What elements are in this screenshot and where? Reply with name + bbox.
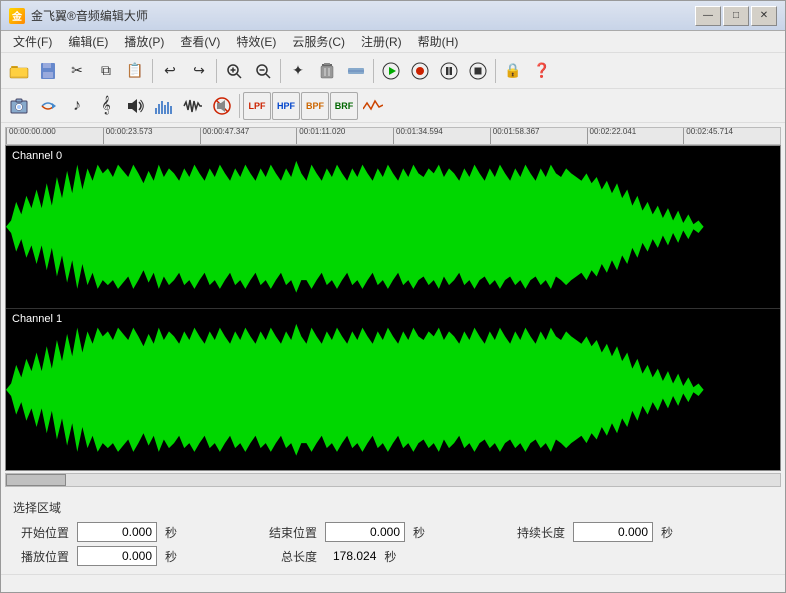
channel-1-label: Channel 1 [12, 313, 62, 325]
ruler-mark-0: 00:00:00.000 [6, 127, 103, 144]
hpf-button[interactable]: HPF [272, 92, 300, 120]
pause-button[interactable] [435, 57, 463, 85]
total-value: 178.024 [333, 549, 376, 563]
sep4 [373, 59, 374, 83]
end-label: 结束位置 [261, 524, 317, 541]
snapshot-button[interactable] [5, 92, 33, 120]
ruler-mark-6: 00:02:22.041 [587, 127, 684, 144]
ruler-mark-3: 00:01:11.020 [296, 127, 393, 144]
ruler-mark-4: 00:01:34.594 [393, 127, 490, 144]
menu-cloud[interactable]: 云服务(C) [284, 31, 353, 52]
select-button[interactable]: ✦ [284, 57, 312, 85]
duration-label: 持续长度 [509, 524, 565, 541]
toolbar-effects: ♪ 𝄞 LPF HPF BPF BRF [1, 89, 785, 123]
total-unit: 秒 [384, 548, 404, 565]
lock-button[interactable]: 🔒 [499, 57, 527, 85]
menu-file[interactable]: 文件(F) [5, 31, 60, 52]
horizontal-scrollbar[interactable] [5, 473, 781, 487]
redo-button[interactable]: ↪ [185, 57, 213, 85]
open-button[interactable] [5, 57, 33, 85]
channel-1[interactable]: Channel 1 [6, 309, 780, 471]
start-label: 开始位置 [13, 524, 69, 541]
menu-bar: 文件(F) 编辑(E) 播放(P) 查看(V) 特效(E) 云服务(C) 注册(… [1, 31, 785, 53]
maximize-button[interactable]: □ [723, 6, 749, 26]
copy-button[interactable]: ⧉ [92, 57, 120, 85]
info-grid: 开始位置 秒 结束位置 秒 持续长度 秒 播放位置 秒 总长度 178.024 … [13, 522, 773, 566]
zoom-in-button[interactable] [220, 57, 248, 85]
waveform-container[interactable]: Channel 0 // Waveform drawn inline via p… [5, 145, 781, 471]
record-button[interactable] [406, 57, 434, 85]
close-button[interactable]: ✕ [751, 6, 777, 26]
sep1 [152, 59, 153, 83]
title-controls: — □ ✕ [695, 6, 777, 26]
end-value-input[interactable] [325, 522, 405, 542]
paste-button[interactable]: 📋 [121, 57, 149, 85]
end-unit: 秒 [413, 524, 433, 541]
ruler-mark-5: 00:01:58.367 [490, 127, 587, 144]
start-unit: 秒 [165, 524, 185, 541]
bpf-button[interactable]: BPF [301, 92, 329, 120]
stop-button[interactable] [464, 57, 492, 85]
title-bar: 金 金飞翼®音频编辑大师 — □ ✕ [1, 1, 785, 31]
spectrum-button[interactable] [150, 92, 178, 120]
sep2 [216, 59, 217, 83]
main-window: 金 金飞翼®音频编辑大师 — □ ✕ 文件(F) 编辑(E) 播放(P) 查看(… [0, 0, 786, 593]
playpos-unit: 秒 [165, 548, 185, 565]
sep5 [495, 59, 496, 83]
mute-symbol-button[interactable] [208, 92, 236, 120]
playpos-label: 播放位置 [13, 548, 69, 565]
eq-button[interactable] [359, 92, 387, 120]
ruler-mark-7: 00:02:45.714 [683, 127, 780, 144]
play-button[interactable] [377, 57, 405, 85]
info-section-title: 选择区域 [13, 499, 773, 516]
volume-button[interactable] [121, 92, 149, 120]
ruler-mark-2: 00:00:47.347 [200, 127, 297, 144]
zoom-out-button[interactable] [249, 57, 277, 85]
title-bar-left: 金 金飞翼®音频编辑大师 [9, 7, 148, 24]
waveform-area: 00:00:00.000 00:00:23.573 00:00:47.347 0… [1, 123, 785, 491]
toolbar-main: ✂ ⧉ 📋 ↩ ↪ ✦ 🔒 [1, 53, 785, 89]
info-panel: 选择区域 开始位置 秒 结束位置 秒 持续长度 秒 播放位置 秒 总长度 [1, 491, 785, 574]
duration-value-input[interactable] [573, 522, 653, 542]
music-note-button[interactable]: ♪ [63, 92, 91, 120]
save-button[interactable] [34, 57, 62, 85]
app-icon: 金 [9, 8, 25, 24]
minimize-button[interactable]: — [695, 6, 721, 26]
channel-1-waveform [6, 309, 780, 471]
menu-edit[interactable]: 编辑(E) [60, 31, 116, 52]
window-title: 金飞翼®音频编辑大师 [31, 7, 148, 24]
brf-button[interactable]: BRF [330, 92, 358, 120]
channel-0[interactable]: Channel 0 // Waveform drawn inline via p… [6, 146, 780, 309]
help-button[interactable]: ❓ [528, 57, 556, 85]
cut-button[interactable]: ✂ [63, 57, 91, 85]
menu-play[interactable]: 播放(P) [116, 31, 172, 52]
delete-button[interactable] [313, 57, 341, 85]
channel-0-label: Channel 0 [12, 150, 62, 162]
start-value-input[interactable] [77, 522, 157, 542]
undo-button[interactable]: ↩ [156, 57, 184, 85]
playpos-value-input[interactable] [77, 546, 157, 566]
info-row-1: 开始位置 秒 结束位置 秒 持续长度 秒 [13, 522, 773, 542]
ruler-mark-1: 00:00:23.573 [103, 127, 200, 144]
scrollbar-thumb[interactable] [6, 474, 66, 486]
sep6 [239, 94, 240, 118]
total-label: 总长度 [261, 548, 317, 565]
duration-unit: 秒 [661, 524, 681, 541]
sep3 [280, 59, 281, 83]
info-row-2: 播放位置 秒 总长度 178.024 秒 [13, 546, 773, 566]
menu-help[interactable]: 帮助(H) [410, 31, 467, 52]
menu-view[interactable]: 查看(V) [172, 31, 228, 52]
status-bar [1, 574, 785, 592]
channel-0-waveform: // Waveform drawn inline via path [6, 146, 780, 308]
menu-register[interactable]: 注册(R) [353, 31, 410, 52]
score-button[interactable]: 𝄞 [92, 92, 120, 120]
lpf-button[interactable]: LPF [243, 92, 271, 120]
convert-button[interactable] [34, 92, 62, 120]
silence-button[interactable] [342, 57, 370, 85]
waveform-button[interactable] [179, 92, 207, 120]
time-ruler: 00:00:00.000 00:00:23.573 00:00:47.347 0… [5, 127, 781, 145]
menu-effects[interactable]: 特效(E) [228, 31, 284, 52]
